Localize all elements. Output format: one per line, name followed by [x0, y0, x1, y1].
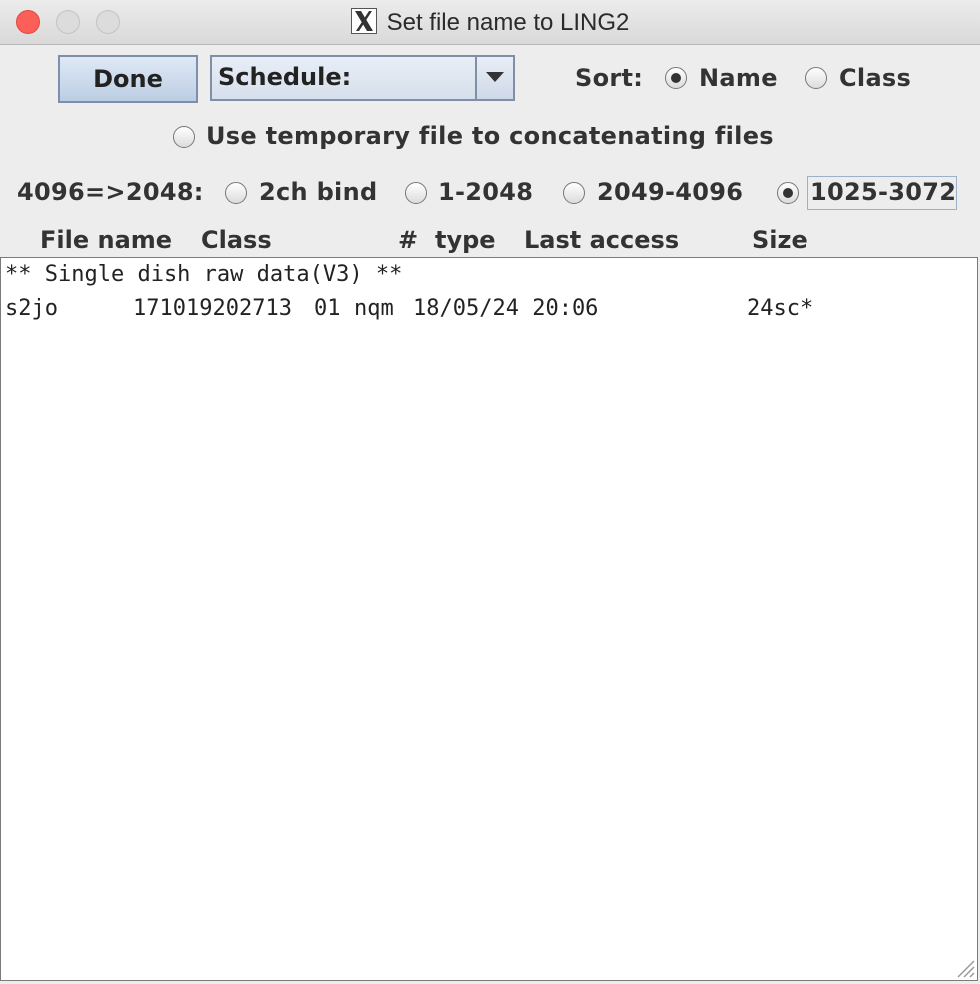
cell-type: nqm [354, 296, 394, 321]
cell-last-access: 18/05/24 20:06 [413, 296, 599, 321]
column-header-type[interactable]: type [435, 226, 496, 254]
column-header-class[interactable]: Class [201, 226, 272, 254]
column-header-file-name[interactable]: File name [40, 226, 172, 254]
sort-name-radio[interactable] [665, 67, 687, 89]
conversion-1025-3072-radio[interactable] [777, 182, 799, 204]
column-header-number[interactable]: # [398, 226, 418, 254]
conversion-2ch-bind-label[interactable]: 2ch bind [259, 178, 377, 206]
file-list[interactable]: ** Single dish raw data(V3) ** s2jo 1710… [0, 257, 978, 981]
schedule-dropdown-value: Schedule: [218, 63, 352, 91]
chevron-down-icon [486, 72, 504, 82]
schedule-dropdown-toggle[interactable] [475, 57, 513, 99]
sort-label: Sort: [575, 64, 644, 92]
window-title-area: Set file name to LING2 [0, 8, 980, 37]
sort-name-label[interactable]: Name [699, 64, 778, 92]
sort-class-radio[interactable] [805, 67, 827, 89]
cell-file-name: s2jo [5, 296, 58, 321]
conversion-1-2048-label[interactable]: 1-2048 [438, 178, 533, 206]
cell-number: 01 [314, 296, 341, 321]
cell-size: 24sc* [747, 296, 814, 321]
sort-class-label[interactable]: Class [839, 64, 911, 92]
cell-class: 171019202713 [133, 296, 292, 321]
window-title: Set file name to LING2 [386, 9, 630, 36]
conversion-label: 4096=>2048: [17, 178, 204, 206]
temp-file-label[interactable]: Use temporary file to concatenating file… [206, 122, 774, 150]
conversion-1025-3072-label[interactable]: 1025-3072 [810, 178, 956, 206]
title-bar: Set file name to LING2 [0, 0, 980, 45]
conversion-2049-4096-radio[interactable] [563, 182, 585, 204]
column-header-size[interactable]: Size [752, 226, 808, 254]
conversion-1-2048-radio[interactable] [405, 182, 427, 204]
conversion-2ch-bind-radio[interactable] [225, 182, 247, 204]
done-button[interactable]: Done [58, 55, 198, 103]
conversion-2049-4096-label[interactable]: 2049-4096 [597, 178, 743, 206]
temp-file-radio[interactable] [173, 126, 195, 148]
list-section-header: ** Single dish raw data(V3) ** [5, 262, 403, 287]
schedule-dropdown[interactable]: Schedule: [210, 55, 515, 101]
resize-grip-icon[interactable] [951, 954, 975, 978]
x11-app-icon [350, 8, 377, 34]
column-header-last-access[interactable]: Last access [524, 226, 679, 254]
